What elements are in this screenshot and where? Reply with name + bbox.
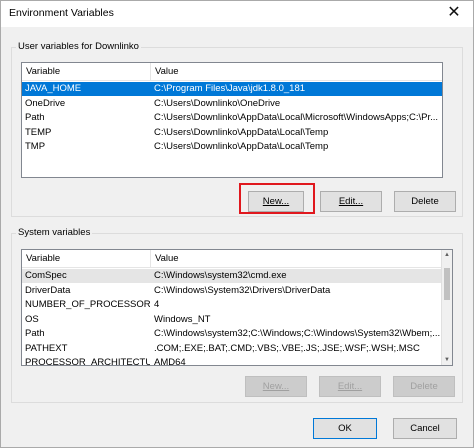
scroll-up-arrow-icon[interactable]: ▲ [442,250,452,260]
list-item[interactable]: Path C:\Users\Downlinko\AppData\Local\Mic… [22,111,442,125]
variable-name: PROCESSOR_ARCHITECTURE [25,357,150,366]
scrollbar-thumb[interactable] [444,268,450,300]
variable-value: C:\Users\Downlinko\AppData\Local\Temp [154,126,329,138]
variable-name: TMP [25,141,46,152]
cancel-button-label: Cancel [410,423,440,434]
ok-button-label: OK [338,423,352,434]
variable-name: OS [25,313,39,325]
variable-value: C:\Windows\system32\cmd.exe [154,270,287,281]
system-list-scrollbar[interactable]: ▲ ▼ [441,250,452,365]
close-icon[interactable]: ✕ [445,3,463,23]
edit-button-label: Edit... [338,196,364,207]
list-item[interactable]: OS Windows_NT [22,313,442,327]
list-item[interactable]: OneDrive C:\Users\Downlinko\OneDrive [22,97,442,111]
user-list-header: Variable Value [22,63,442,81]
variable-name: ComSpec [25,270,67,281]
variable-value: C:\Users\Downlinko\OneDrive [154,97,281,109]
variable-value: 4 [154,299,160,310]
list-item[interactable]: TMP C:\Users\Downlinko\AppData\Local\Temp [22,140,442,154]
scroll-down-arrow-icon[interactable]: ▼ [442,355,452,365]
variable-name: OneDrive [25,97,66,109]
delete-button-label: Delete [410,381,438,392]
system-variables-list[interactable]: Variable Value ComSpec C:\Windows\system3… [21,249,453,366]
list-item[interactable]: JAVA_HOME C:\Program Files\Java\jdk1.8.0_… [22,82,442,96]
title-bar: Environment Variables ✕ [1,1,473,27]
variable-name: TEMP [25,126,52,138]
list-item[interactable]: ComSpec C:\Windows\system32\cmd.exe [22,269,442,283]
user-delete-button[interactable]: Delete [394,191,456,212]
delete-button-label: Delete [411,196,439,207]
system-list-header: Variable Value [22,250,452,268]
variable-value: C:\Users\Downlinko\AppData\Local\Temp [154,141,329,152]
environment-variables-dialog: Environment Variables ✕ User variables f… [0,0,474,448]
column-header-value[interactable]: Value [150,250,442,267]
window-title: Environment Variables [9,7,114,19]
user-edit-button[interactable]: Edit... [320,191,382,212]
list-item[interactable]: TEMP C:\Users\Downlinko\AppData\Local\Tem… [22,126,442,140]
column-header-variable[interactable]: Variable [22,250,150,267]
system-delete-button[interactable]: Delete [393,376,455,397]
list-item[interactable]: DriverData C:\Windows\System32\Drivers\Dr… [22,284,442,298]
column-header-variable[interactable]: Variable [22,63,150,80]
ok-button[interactable]: OK [313,418,377,439]
list-item[interactable]: PROCESSOR_ARCHITECTURE AMD64 [22,356,442,366]
column-header-value[interactable]: Value [150,63,442,80]
variable-value: C:\Windows\System32\Drivers\DriverData [154,284,331,296]
variable-value: .COM;.EXE;.BAT;.CMD;.VBS;.VBE;.JS;.JSE;.… [154,342,420,354]
system-new-button[interactable]: New... [245,376,307,397]
user-variables-list[interactable]: Variable Value JAVA_HOME C:\Program Files… [21,62,443,178]
user-variables-label: User variables for Downlinko [16,41,141,52]
variable-name: PATHEXT [25,342,68,354]
system-variables-label: System variables [16,227,93,238]
annotation-highlight-box [239,183,315,214]
variable-name: NUMBER_OF_PROCESSORS [25,299,150,310]
variable-name: Path [25,112,45,123]
list-item[interactable]: PATHEXT .COM;.EXE;.BAT;.CMD;.VBS;.VBE;.JS… [22,342,442,356]
system-edit-button[interactable]: Edit... [319,376,381,397]
variable-value: C:\Program Files\Java\jdk1.8.0_181 [154,83,306,94]
variable-value: Windows_NT [154,313,211,325]
edit-button-label: Edit... [337,381,363,392]
variable-value: C:\Windows\system32;C:\Windows;C:\Window… [154,328,441,339]
variable-name: JAVA_HOME [25,83,82,94]
variable-value: C:\Users\Downlinko\AppData\Local\Microso… [154,112,439,123]
new-button-label: New... [262,381,290,392]
list-item[interactable]: Path C:\Windows\system32;C:\Windows;C:\Wi… [22,327,442,341]
variable-name: Path [25,328,45,339]
list-item[interactable]: NUMBER_OF_PROCESSORS 4 [22,298,442,312]
variable-value: AMD64 [154,357,186,366]
variable-name: DriverData [25,284,71,296]
cancel-button[interactable]: Cancel [393,418,457,439]
